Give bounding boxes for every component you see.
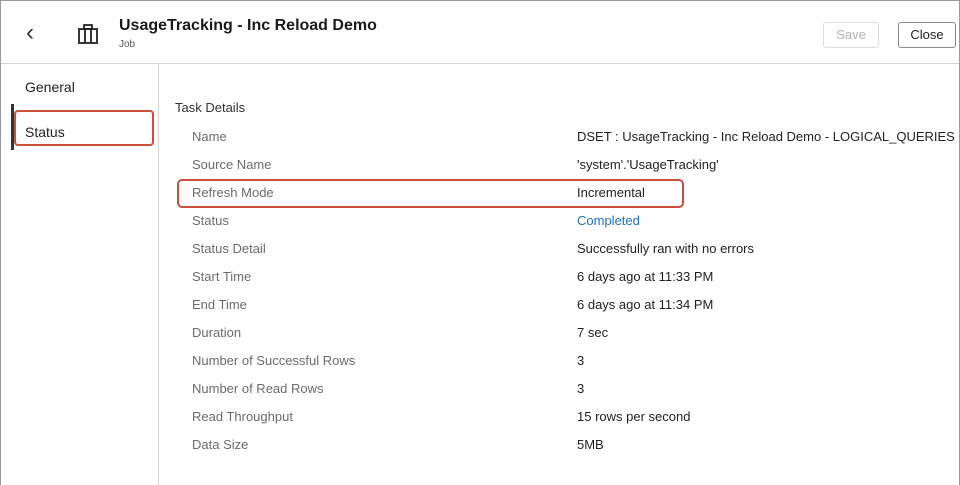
- task-details-section: Task Details Name DSET : UsageTracking -…: [159, 64, 959, 485]
- detail-row-name: Name DSET : UsageTracking - Inc Reload D…: [159, 123, 959, 151]
- refresh-mode-highlight-box: [177, 179, 684, 208]
- page-subtitle: Job: [119, 39, 136, 50]
- detail-row-read-rows: Number of Read Rows 3: [159, 375, 959, 403]
- detail-value: 5MB: [577, 437, 604, 452]
- detail-value: 'system'.'UsageTracking': [577, 157, 719, 172]
- job-details-panel: ‹ UsageTracking - Inc Reload Demo Job Sa…: [0, 0, 960, 485]
- detail-value: 15 rows per second: [577, 409, 691, 424]
- briefcase-icon: [78, 24, 98, 44]
- detail-row-end-time: End Time 6 days ago at 11:34 PM: [159, 291, 959, 319]
- detail-value: 3: [577, 381, 585, 396]
- sidebar: General Status: [1, 64, 159, 485]
- detail-row-status: Status Completed: [159, 207, 959, 235]
- detail-label: Data Size: [192, 437, 249, 452]
- detail-label: Number of Successful Rows: [192, 353, 356, 368]
- sidebar-item-general[interactable]: General: [1, 70, 158, 104]
- detail-row-status-detail: Status Detail Successfully ran with no e…: [159, 235, 959, 263]
- detail-value: 3: [577, 353, 585, 368]
- detail-label: Number of Read Rows: [192, 381, 324, 396]
- detail-label: Duration: [192, 325, 242, 340]
- detail-value: 6 days ago at 11:34 PM: [577, 297, 714, 312]
- detail-label: Status Detail: [192, 241, 266, 256]
- detail-row-successful-rows: Number of Successful Rows 3: [159, 347, 959, 375]
- page-title: UsageTracking - Inc Reload Demo: [119, 17, 377, 34]
- close-button[interactable]: Close: [898, 22, 956, 48]
- detail-value: 6 days ago at 11:33 PM: [577, 269, 714, 284]
- detail-label: Read Throughput: [192, 409, 293, 424]
- detail-row-data-size: Data Size 5MB: [159, 431, 959, 459]
- detail-label: Source Name: [192, 157, 272, 172]
- detail-value: 7 sec: [577, 325, 609, 340]
- detail-label: End Time: [192, 297, 247, 312]
- save-button[interactable]: Save: [823, 22, 879, 48]
- detail-label: Status: [192, 213, 229, 228]
- detail-row-duration: Duration 7 sec: [159, 319, 959, 347]
- status-value-link[interactable]: Completed: [577, 207, 640, 235]
- detail-row-start-time: Start Time 6 days ago at 11:33 PM: [159, 263, 959, 291]
- section-title: Task Details: [175, 100, 246, 115]
- status-highlight-box: [14, 110, 154, 146]
- chevron-left-icon[interactable]: ‹: [15, 19, 45, 49]
- detail-value: DSET : UsageTracking - Inc Reload Demo -…: [577, 129, 955, 144]
- detail-label: Name: [192, 129, 227, 144]
- header-bar: ‹ UsageTracking - Inc Reload Demo Job Sa…: [1, 1, 959, 64]
- detail-row-source-name: Source Name 'system'.'UsageTracking': [159, 151, 959, 179]
- detail-label: Start Time: [192, 269, 252, 284]
- detail-value: Successfully ran with no errors: [577, 241, 755, 256]
- detail-row-read-throughput: Read Throughput 15 rows per second: [159, 403, 959, 431]
